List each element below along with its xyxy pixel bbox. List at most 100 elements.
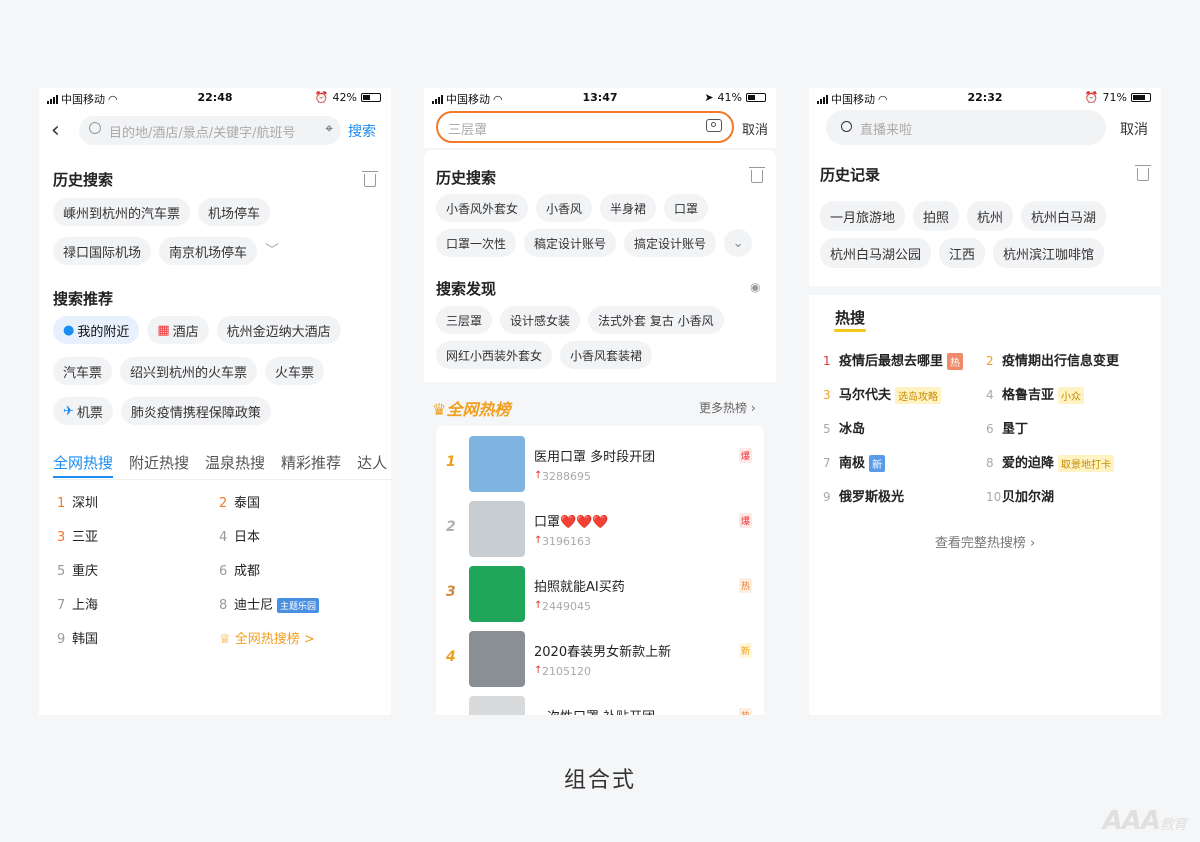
camera-icon[interactable] bbox=[706, 119, 722, 132]
search-bar[interactable]: 直播来啦 bbox=[826, 110, 1106, 145]
hot-ranking-item[interactable]: 7 南极新 bbox=[823, 452, 886, 472]
more-hotlist-link[interactable]: 更多热榜 › bbox=[699, 399, 756, 416]
hot-ranking-item[interactable]: 8 爱的迫降 取景地打卡 bbox=[986, 452, 1115, 472]
history-chip[interactable]: 杭州 bbox=[967, 201, 1014, 231]
rank-name: 日本 bbox=[234, 530, 261, 545]
ranking-item[interactable]: 9 韩国 bbox=[57, 628, 219, 662]
item-thumbnail bbox=[469, 566, 525, 622]
rank-number: 10 bbox=[986, 490, 1002, 504]
search-button[interactable]: 搜索 bbox=[348, 121, 376, 141]
cancel-button[interactable]: 取消 bbox=[742, 119, 768, 138]
flight-chip[interactable]: ✈ 机票 bbox=[53, 397, 113, 425]
hot-ranking-item[interactable]: 3 马尔代夫 选岛攻略 bbox=[823, 384, 942, 404]
recommend-chip[interactable]: 绍兴到杭州的火车票 bbox=[120, 357, 258, 385]
recommend-chip[interactable]: 杭州金迈纳大酒店 bbox=[216, 316, 341, 344]
ranking-item[interactable]: 3 三亚 bbox=[57, 526, 219, 560]
hot-ranking-item[interactable]: 1 疫情后最想去哪里热 bbox=[823, 350, 964, 370]
hot-ranking-item[interactable]: 4 格鲁吉亚 小众 bbox=[986, 384, 1085, 404]
item-thumbnail bbox=[469, 631, 525, 687]
search-input[interactable]: 直播来啦 bbox=[860, 119, 912, 138]
tab-nearby-hot[interactable]: 附近热搜 bbox=[129, 452, 189, 479]
cancel-button[interactable]: 取消 bbox=[1120, 119, 1148, 139]
hotlist-item[interactable]: 5 一次性口罩 补贴开团 热 bbox=[436, 694, 764, 715]
hotlist-item[interactable]: 2 口罩❤️❤️❤️ ↑ 3196163 爆 bbox=[436, 499, 764, 559]
hot-ranking-item[interactable]: 10贝加尔湖 bbox=[986, 486, 1054, 505]
rank-tag: 小众 bbox=[1058, 387, 1085, 404]
ranking-item[interactable]: 7 上海 bbox=[57, 594, 219, 628]
rank-name: 泰国 bbox=[234, 496, 261, 511]
recommend-chip[interactable]: 汽车票 bbox=[53, 357, 113, 385]
history-chip[interactable]: 南京机场停车 bbox=[159, 237, 258, 265]
history-chip[interactable]: 小香风 bbox=[536, 194, 593, 222]
back-icon[interactable]: ‹ bbox=[51, 118, 60, 143]
history-chip[interactable]: 口罩一次性 bbox=[436, 229, 517, 257]
tab-experts[interactable]: 达人 bbox=[357, 452, 387, 479]
history-chip[interactable]: 禄口国际机场 bbox=[53, 237, 152, 265]
item-count: 2449045 bbox=[542, 600, 591, 613]
ranking-item[interactable]: 2 泰国 bbox=[219, 492, 260, 526]
history-chip[interactable]: 杭州白马湖公园 bbox=[820, 238, 932, 268]
ranking-item[interactable]: 1 深圳 bbox=[57, 492, 219, 526]
history-chip[interactable]: 拍照 bbox=[913, 201, 960, 231]
chevron-down-icon[interactable]: ⌄ bbox=[724, 229, 753, 257]
discover-chip[interactable]: 三层罩 bbox=[436, 306, 493, 334]
watermark-logo: AAA教育 bbox=[1103, 806, 1187, 836]
ranking-item[interactable]: 8 迪士尼 主题乐园 bbox=[219, 594, 320, 628]
history-chip[interactable]: 江西 bbox=[939, 238, 986, 268]
hotlist-item[interactable]: 3 拍照就能AI买药 ↑ 2449045 热 bbox=[436, 564, 764, 624]
hotlist-item[interactable]: 4 2020春装男女新款上新 ↑ 2105120 新 bbox=[436, 629, 764, 689]
location-pin-icon: ● bbox=[63, 322, 75, 338]
hotlist-item[interactable]: 1 医用口罩 多时段开团 ↑ 3288695 爆 bbox=[436, 434, 764, 494]
history-chip[interactable]: 稿定设计账号 bbox=[524, 229, 617, 257]
chip-label: 我的附近 bbox=[77, 324, 130, 340]
history-chip[interactable]: 小香风外套女 bbox=[436, 194, 529, 222]
trash-icon[interactable] bbox=[1135, 165, 1151, 181]
recommend-chip[interactable]: 肺炎疫情携程保障政策 bbox=[120, 397, 271, 425]
discover-chip[interactable]: 法式外套 复古 小香风 bbox=[588, 306, 724, 334]
battery-percent: 71% bbox=[1102, 91, 1127, 104]
history-chip[interactable]: 一月旅游地 bbox=[820, 201, 906, 231]
rank-number: 4 bbox=[219, 530, 228, 545]
recommend-chip[interactable]: 火车票 bbox=[265, 357, 325, 385]
tab-all-hot[interactable]: 全网热搜 bbox=[53, 452, 114, 478]
history-chip[interactable]: 嵊州到杭州的汽车票 bbox=[53, 198, 191, 226]
search-input[interactable]: 三层罩 bbox=[448, 119, 487, 138]
history-chip[interactable]: 杭州滨江咖啡馆 bbox=[993, 238, 1105, 268]
hot-ranking-item[interactable]: 9 俄罗斯极光 bbox=[823, 486, 904, 505]
trash-icon[interactable] bbox=[749, 167, 765, 183]
history-chip[interactable]: 杭州白马湖 bbox=[1021, 201, 1107, 231]
rank-name: 成都 bbox=[234, 564, 261, 579]
eye-icon[interactable]: ◉ bbox=[750, 280, 760, 294]
tab-hotspring-hot[interactable]: 温泉热搜 bbox=[205, 452, 265, 479]
search-bar[interactable]: 三层罩 bbox=[436, 111, 734, 143]
item-title: 拍照就能AI买药 bbox=[534, 580, 625, 595]
discover-chip[interactable]: 设计感女装 bbox=[500, 306, 581, 334]
trash-icon[interactable] bbox=[362, 171, 378, 187]
history-title: 历史搜索 bbox=[53, 171, 114, 189]
ranking-item[interactable]: 6 成都 bbox=[219, 560, 260, 594]
hot-ranking-item[interactable]: 2 疫情期出行信息变更 bbox=[986, 350, 1119, 369]
rank-name: 韩国 bbox=[72, 632, 99, 647]
history-chip[interactable]: 机场停车 bbox=[198, 198, 271, 226]
discover-chip[interactable]: 小香风套装裙 bbox=[560, 341, 653, 369]
ranking-item[interactable]: 4 日本 bbox=[219, 526, 260, 560]
more-hotlist-link[interactable]: ♕ 全网热搜榜 > bbox=[219, 628, 315, 662]
map-pin-icon[interactable]: ⌖ bbox=[325, 121, 333, 137]
tab-recommend[interactable]: 精彩推荐 bbox=[281, 452, 341, 479]
history-chip[interactable]: 口罩 bbox=[664, 194, 709, 222]
history-chip[interactable]: 半身裙 bbox=[600, 194, 657, 222]
search-bar[interactable]: 目的地/酒店/景点/关键字/航班号 ⌖ bbox=[79, 116, 341, 145]
history-chip[interactable]: 搞定设计账号 bbox=[624, 229, 717, 257]
full-ranking-link[interactable]: 查看完整热搜榜 › bbox=[809, 532, 1161, 551]
hotel-chip[interactable]: ▦ 酒店 bbox=[147, 316, 209, 344]
rank-number: 1 bbox=[57, 496, 66, 511]
search-input[interactable]: 目的地/酒店/景点/关键字/航班号 bbox=[109, 122, 296, 141]
ranking-item[interactable]: 5 重庆 bbox=[57, 560, 219, 594]
hotlist-title: ♛全网热榜 bbox=[432, 396, 510, 420]
history-title: 历史搜索 bbox=[436, 169, 497, 187]
nearby-chip[interactable]: ● 我的附近 bbox=[53, 316, 140, 344]
hot-ranking-item[interactable]: 5 冰岛 bbox=[823, 418, 865, 437]
hot-ranking-item[interactable]: 6 垦丁 bbox=[986, 418, 1028, 437]
chevron-down-icon[interactable]: ﹀ bbox=[265, 237, 279, 265]
discover-chip[interactable]: 网红小西装外套女 bbox=[436, 341, 553, 369]
